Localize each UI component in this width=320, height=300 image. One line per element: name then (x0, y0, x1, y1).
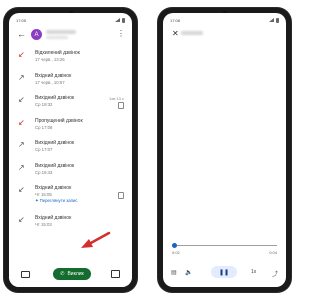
playback-speed[interactable]: 1x (251, 269, 256, 275)
phone-right: 17:08 ✕ 0:02 0:04 ▤ 🔈 ❚❚ 1x ⤴ (158, 8, 291, 292)
current-time: 0:02 (172, 250, 180, 255)
annotation-arrow (81, 231, 111, 248)
seek-track[interactable] (172, 245, 277, 246)
call-history-screen: 17:05 ← A ⋮ ↙ Відхилений дзвінок 17 черв… (9, 13, 132, 287)
speaker-icon[interactable]: 🔈 (185, 269, 192, 276)
pause-icon: ❚❚ (218, 269, 230, 276)
close-icon[interactable]: ✕ (172, 30, 179, 38)
total-time: 0:04 (269, 250, 277, 255)
signal-icon (269, 18, 274, 22)
battery-icon (276, 17, 279, 23)
contact-name-blurred (181, 31, 203, 35)
player-controls: ▤ 🔈 ❚❚ 1x ⤴ (163, 263, 286, 287)
seek-thumb[interactable] (172, 243, 177, 248)
status-time: 17:08 (170, 17, 181, 23)
share-icon[interactable]: ⤴ (272, 269, 278, 278)
play-pause-button[interactable]: ❚❚ (211, 266, 237, 278)
recording-player-screen: 17:08 ✕ 0:02 0:04 ▤ 🔈 ❚❚ 1x ⤴ (163, 13, 286, 287)
phone-left: 17:05 ← A ⋮ ↙ Відхилений дзвінок 17 черв… (4, 8, 137, 292)
transcript-icon[interactable]: ▤ (171, 269, 177, 276)
status-bar: 17:08 (170, 16, 279, 24)
audio-player: 0:02 0:04 (170, 241, 279, 263)
